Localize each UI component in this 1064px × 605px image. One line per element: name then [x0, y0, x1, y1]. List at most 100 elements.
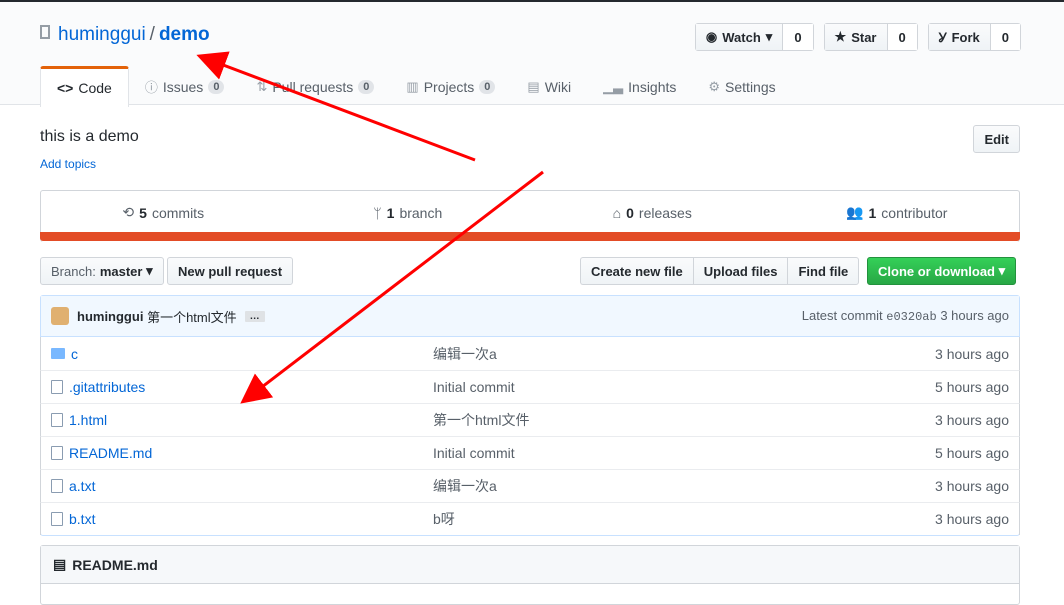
stat-num: 5 — [139, 204, 147, 221]
file-row: .gitattributes Initial commit 5 hours ago — [40, 370, 1020, 403]
branch-label: Branch: — [51, 263, 96, 279]
file-row: 1.html 第一个html文件 3 hours ago — [40, 403, 1020, 436]
caret-down-icon: ▾ — [998, 263, 1006, 278]
stat-num: 0 — [626, 204, 634, 221]
file-age: 3 hours ago — [935, 412, 1009, 428]
tag-icon: ⌂ — [612, 204, 622, 221]
tab-issues[interactable]: ⓘ Issues 0 — [129, 66, 241, 107]
file-row: c 编辑一次a 3 hours ago — [40, 337, 1020, 370]
file-row: README.md Initial commit 5 hours ago — [40, 436, 1020, 469]
file-commit-message[interactable]: b呀 — [433, 509, 935, 529]
releases-link[interactable]: ⌂ 0 releases — [530, 191, 775, 234]
find-file-button[interactable]: Find file — [787, 257, 860, 285]
commit-age: 3 hours ago — [940, 308, 1009, 323]
tab-settings[interactable]: ⚙ Settings — [692, 66, 791, 107]
people-icon: 👥 — [846, 204, 864, 220]
tab-label: Issues — [162, 78, 204, 95]
stat-label: contributor — [881, 204, 948, 221]
stat-label: branch — [399, 204, 443, 221]
readme-title: README.md — [72, 556, 158, 573]
file-commit-message[interactable]: 编辑一次a — [433, 344, 935, 364]
stat-num: 1 — [386, 204, 395, 221]
counter: 0 — [208, 79, 225, 94]
branch-select[interactable]: Branch: master ▾ — [40, 257, 164, 285]
readme-box: ▤ README.md — [40, 545, 1020, 605]
file-age: 5 hours ago — [935, 445, 1009, 461]
book-icon: ▤ — [527, 78, 540, 94]
file-icon — [51, 512, 63, 526]
branch-link[interactable]: ᛘ 1 branch — [286, 191, 531, 234]
file-name-link[interactable]: c — [71, 346, 78, 362]
new-pull-request-button[interactable]: New pull request — [167, 257, 294, 285]
folder-icon — [51, 348, 65, 359]
latest-commit-info: Latest commit e0320ab 3 hours ago — [802, 308, 1009, 324]
stat-num: 1 — [868, 204, 877, 221]
eye-icon: ◉ — [705, 29, 718, 44]
fork-button[interactable]: Ỿ Fork 0 — [927, 23, 1021, 51]
star-icon: ★ — [834, 29, 847, 44]
tab-label: Pull requests — [272, 78, 354, 95]
stat-label: commits — [151, 204, 205, 221]
issue-icon: ⓘ — [144, 80, 158, 95]
file-name-link[interactable]: .gitattributes — [69, 379, 145, 395]
expand-button[interactable]: … — [244, 310, 265, 322]
commit-author[interactable]: huminggui — [77, 309, 143, 324]
file-name-link[interactable]: a.txt — [69, 478, 95, 494]
project-icon: ▥ — [406, 78, 419, 94]
caret-down-icon: ▾ — [146, 263, 153, 278]
tab-label: Wiki — [544, 78, 572, 95]
create-new-file-button[interactable]: Create new file — [580, 257, 693, 285]
file-name-link[interactable]: 1.html — [69, 412, 107, 428]
tab-projects[interactable]: ▥ Projects 0 — [390, 66, 511, 107]
file-age: 5 hours ago — [935, 379, 1009, 395]
language-bar[interactable] — [40, 232, 1020, 241]
repo-name-link[interactable]: demo — [159, 24, 210, 45]
watch-button[interactable]: ◉ Watch ▾ 0 — [694, 23, 814, 51]
branch-icon: ᛘ — [373, 204, 382, 221]
tab-pull-requests[interactable]: ⇅ Pull requests 0 — [240, 66, 390, 107]
history-icon: ⟲ — [122, 204, 135, 220]
pull-request-icon: ⇅ — [256, 78, 268, 94]
tab-label: Insights — [628, 78, 677, 95]
tab-insights[interactable]: ▁▃ Insights — [587, 66, 692, 107]
tab-label: Code — [78, 80, 112, 96]
owner-link[interactable]: huminggui — [58, 24, 146, 45]
fork-label: Fork — [951, 29, 980, 45]
clone-download-button[interactable]: Clone or download ▾ — [867, 257, 1017, 285]
add-topics-link[interactable]: Add topics — [40, 157, 96, 171]
tab-wiki[interactable]: ▤ Wiki — [511, 66, 587, 107]
clone-label: Clone or download — [878, 263, 995, 279]
edit-button[interactable]: Edit — [973, 125, 1020, 153]
graph-icon: ▁▃ — [603, 78, 624, 94]
commit-message[interactable]: 第一个html文件 — [147, 307, 237, 326]
fork-icon: Ỿ — [938, 30, 947, 45]
caret-down-icon: ▾ — [765, 29, 773, 44]
commits-link[interactable]: ⟲ 5 commits — [41, 191, 286, 234]
upload-files-button[interactable]: Upload files — [692, 257, 788, 285]
file-table: huminggui 第一个html文件 … Latest commit e032… — [40, 295, 1020, 536]
file-name-link[interactable]: README.md — [69, 445, 152, 461]
star-count[interactable]: 0 — [887, 24, 917, 50]
book-icon: ▤ — [53, 556, 67, 572]
star-button[interactable]: ★ Star 0 — [823, 23, 918, 51]
file-commit-message[interactable]: Initial commit — [433, 445, 935, 461]
file-commit-message[interactable]: Initial commit — [433, 379, 935, 395]
star-label: Star — [851, 29, 877, 45]
tab-label: Settings — [725, 78, 776, 95]
file-row: b.txt b呀 3 hours ago — [40, 502, 1020, 535]
contributors-link[interactable]: 👥 1 contributor — [775, 191, 1020, 234]
file-commit-message[interactable]: 编辑一次a — [433, 476, 935, 496]
counter: 0 — [358, 79, 375, 94]
fork-count[interactable]: 0 — [990, 24, 1020, 50]
file-icon — [51, 446, 63, 460]
tab-label: Projects — [423, 78, 475, 95]
latest-commit-bar: huminggui 第一个html文件 … Latest commit e032… — [41, 296, 1019, 337]
tab-code[interactable]: <> Code — [40, 66, 129, 107]
file-name-link[interactable]: b.txt — [69, 511, 95, 527]
commit-sha[interactable]: e0320ab — [886, 310, 936, 324]
file-commit-message[interactable]: 第一个html文件 — [433, 410, 935, 430]
file-age: 3 hours ago — [935, 511, 1009, 527]
avatar[interactable] — [51, 307, 69, 325]
watch-label: Watch — [722, 29, 761, 45]
watch-count[interactable]: 0 — [783, 24, 813, 50]
